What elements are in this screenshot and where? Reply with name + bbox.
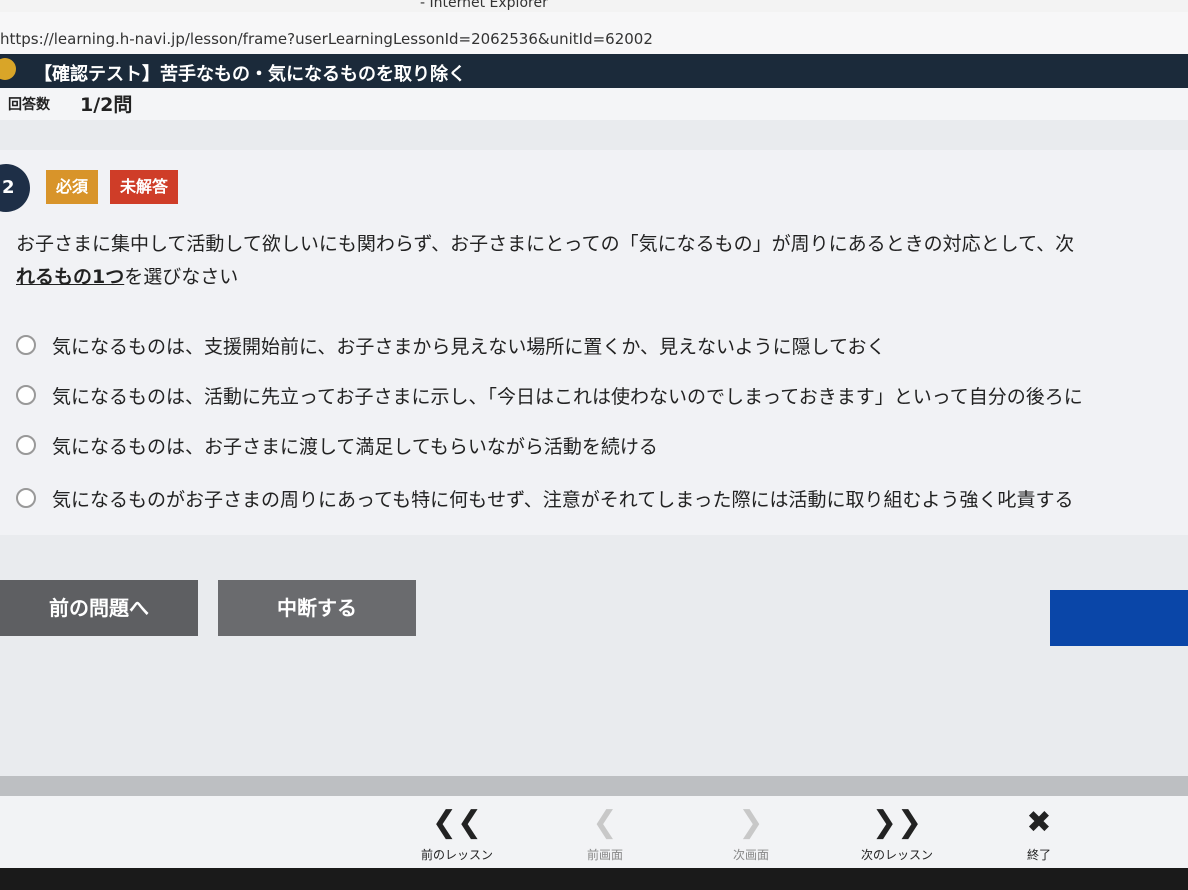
screen-bezel xyxy=(0,868,1188,890)
prev-screen-button[interactable]: ❮ 前画面 xyxy=(550,806,660,863)
prev-lesson-label: 前のレッスン xyxy=(420,848,493,862)
answer-option-2[interactable]: 気になるものは、活動に先立ってお子さまに示し、「今日はこれは使わないのでしまって… xyxy=(14,380,1188,416)
answer-option-3[interactable]: 気になるものは、お子さまに渡して満足してもらいながら活動を続ける xyxy=(14,430,1188,466)
browser-title-bar: - Internet Explorer xyxy=(0,0,1188,12)
question-text-line2: れるもの1つを選びなさい xyxy=(16,261,1188,294)
url-text[interactable]: https://learning.h-navi.jp/lesson/frame?… xyxy=(0,30,653,48)
question-text-line2-rest: を選びなさい xyxy=(124,266,239,288)
radio-button[interactable] xyxy=(16,488,36,508)
answer-count-value: 1/2問 xyxy=(80,94,133,116)
end-button[interactable]: ✖ 終了 xyxy=(984,806,1094,863)
chevron-right-icon: ❯ xyxy=(738,805,764,840)
answer-option-text: 気になるものは、お子さまに渡して満足してもらいながら活動を続ける xyxy=(52,436,658,458)
radio-button[interactable] xyxy=(16,335,36,355)
question-text: お子さまに集中して活動して欲しいにも関わらず、お子さまにとっての「気になるもの」… xyxy=(16,228,1188,294)
horizontal-scrollbar[interactable] xyxy=(0,776,1188,796)
question-text-line1: お子さまに集中して活動して欲しいにも関わらず、お子さまにとっての「気になるもの」… xyxy=(16,233,1075,255)
required-tag: 必須 xyxy=(46,170,99,204)
lesson-badge-icon xyxy=(0,58,16,80)
next-lesson-label: 次のレッスン xyxy=(860,848,933,862)
window-title: - Internet Explorer xyxy=(420,0,548,11)
question-card: 2 必須 未解答 お子さまに集中して活動して欲しいにも関わらず、お子さまにとって… xyxy=(0,150,1188,535)
answer-count-bar: 回答数 1/2問 xyxy=(0,88,1188,120)
prev-lesson-button[interactable]: ❮❮ 前のレッスン xyxy=(402,806,512,863)
chevron-left-icon: ❮ xyxy=(592,805,618,840)
prev-screen-label: 前画面 xyxy=(586,848,623,862)
next-screen-button[interactable]: ❯ 次画面 xyxy=(696,806,806,863)
double-chevron-left-icon: ❮❮ xyxy=(431,805,483,840)
radio-button[interactable] xyxy=(16,385,36,405)
question-number: 2 xyxy=(2,177,15,198)
question-number-badge: 2 xyxy=(0,164,30,212)
prev-question-button[interactable]: 前の問題へ xyxy=(0,580,198,636)
unanswered-tag: 未解答 xyxy=(110,170,179,204)
answer-count-label: 回答数 xyxy=(8,97,50,113)
answer-option-text: 気になるものがお子さまの周りにあっても特に何もせず、注意がそれてしまった際には活… xyxy=(52,489,1074,511)
address-bar[interactable]: https://learning.h-navi.jp/lesson/frame?… xyxy=(0,12,1188,55)
double-chevron-right-icon: ❯❯ xyxy=(871,805,923,840)
lesson-title: 【確認テスト】苦手なもの・気になるものを取り除く xyxy=(34,64,466,85)
lesson-header: 【確認テスト】苦手なもの・気になるものを取り除く xyxy=(0,54,1188,88)
footer-nav: ❮❮ 前のレッスン ❮ 前画面 ❯ 次画面 ❯❯ 次のレッスン ✖ 終了 xyxy=(0,796,1188,868)
answer-option-text: 気になるものは、活動に先立ってお子さまに示し、「今日はこれは使わないのでしまって… xyxy=(52,386,1083,408)
end-label: 終了 xyxy=(1026,848,1051,862)
pause-button[interactable]: 中断する xyxy=(218,580,416,636)
question-emphasis: れるもの1つ xyxy=(16,266,125,288)
answer-option-1[interactable]: 気になるものは、支援開始前に、お子さまから見えない場所に置くか、見えないように隠… xyxy=(14,330,1188,366)
next-screen-label: 次画面 xyxy=(732,848,769,862)
next-button[interactable] xyxy=(1050,590,1188,646)
answer-option-4[interactable]: 気になるものがお子さまの周りにあっても特に何もせず、注意がそれてしまった際には活… xyxy=(14,483,1188,519)
close-icon: ✖ xyxy=(1026,805,1052,840)
radio-button[interactable] xyxy=(16,435,36,455)
next-lesson-button[interactable]: ❯❯ 次のレッスン xyxy=(842,806,952,863)
answer-option-text: 気になるものは、支援開始前に、お子さまから見えない場所に置くか、見えないように隠… xyxy=(52,336,886,358)
